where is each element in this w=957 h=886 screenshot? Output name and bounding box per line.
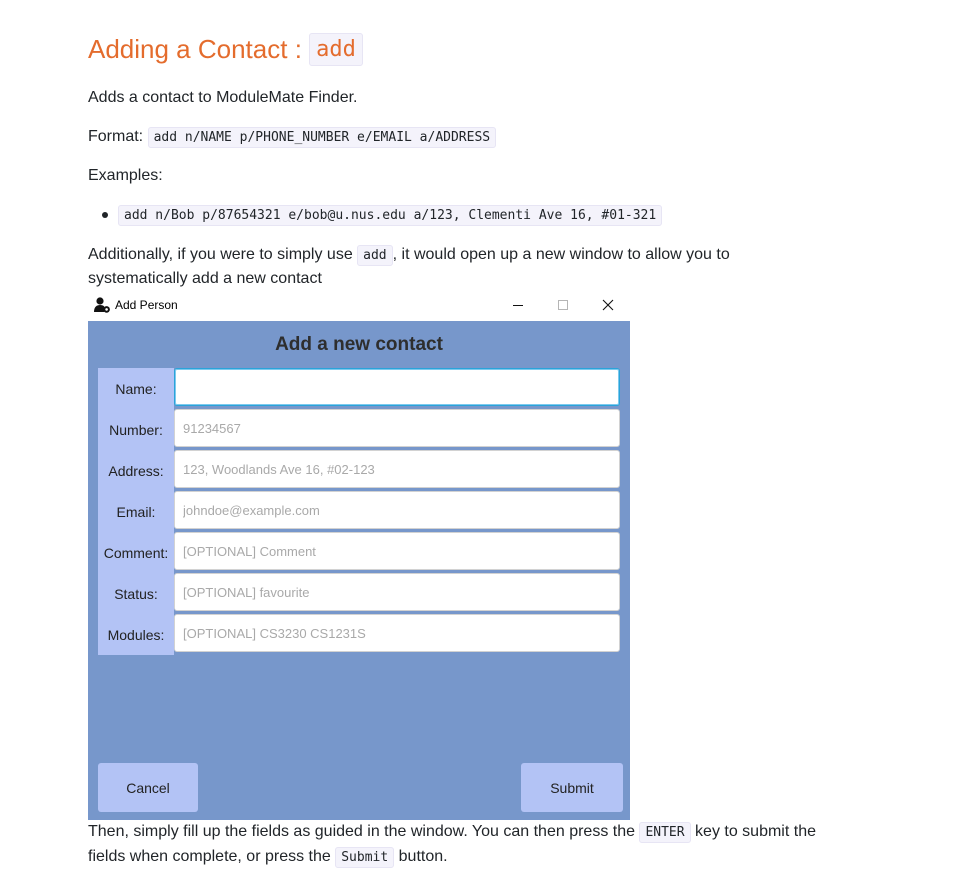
address-label: Address: bbox=[108, 463, 164, 479]
format-code: add n/NAME p/PHONE_NUMBER e/EMAIL a/ADDR… bbox=[147, 127, 497, 148]
then-text: Then, simply fill up the fields as guide… bbox=[88, 823, 640, 840]
user-gear-icon bbox=[94, 297, 110, 313]
additional-text: Additionally, if you were to simply use bbox=[88, 246, 358, 263]
window-content: Add a new contact Name: Number: Address:… bbox=[88, 321, 630, 820]
additional-line-1: Additionally, if you were to simply use … bbox=[88, 243, 730, 268]
name-label: Name: bbox=[115, 381, 157, 397]
intro-text: Adds a contact to ModuleMate Finder. bbox=[88, 89, 358, 106]
example-code: add n/Bob p/87654321 e/bob@u.nus.edu a/1… bbox=[118, 205, 663, 226]
format-line: Format: add n/NAME p/PHONE_NUMBER e/EMAI… bbox=[88, 125, 497, 150]
add-code: add bbox=[357, 245, 393, 266]
status-label: Status: bbox=[114, 586, 158, 602]
email-input[interactable] bbox=[174, 491, 620, 529]
section-heading: Adding a Contact : add bbox=[88, 33, 363, 66]
minimize-icon[interactable] bbox=[506, 295, 530, 315]
add-person-window: Add Person Add a new contact Name: Numbe… bbox=[88, 290, 630, 820]
additional-line-2: systematically add a new contact bbox=[88, 270, 322, 287]
submit-code: Submit bbox=[335, 847, 395, 868]
name-input[interactable] bbox=[174, 368, 620, 406]
then-line-1: Then, simply fill up the fields as guide… bbox=[88, 820, 816, 845]
comment-input[interactable] bbox=[174, 532, 620, 570]
list-bullet bbox=[102, 212, 108, 218]
example-item: add n/Bob p/87654321 e/bob@u.nus.edu a/1… bbox=[118, 203, 663, 228]
window-titlebar[interactable]: Add Person bbox=[88, 290, 630, 321]
cancel-button[interactable]: Cancel bbox=[98, 763, 198, 812]
then-line-2: fields when complete, or press the Submi… bbox=[88, 845, 448, 870]
window-title: Add Person bbox=[115, 298, 178, 312]
heading-command-code: add bbox=[309, 33, 363, 66]
modules-input[interactable] bbox=[174, 614, 620, 652]
enter-code: ENTER bbox=[639, 822, 691, 843]
status-input[interactable] bbox=[174, 573, 620, 611]
heading-text: Adding a Contact : bbox=[88, 34, 310, 64]
field-label-panel: Name: Number: Address: Email: Comment: S… bbox=[98, 368, 174, 655]
submit-button[interactable]: Submit bbox=[521, 763, 623, 812]
format-label: Format: bbox=[88, 128, 148, 145]
modules-label: Modules: bbox=[107, 627, 165, 643]
number-input[interactable] bbox=[174, 409, 620, 447]
number-label: Number: bbox=[109, 422, 163, 438]
form-heading: Add a new contact bbox=[275, 334, 443, 355]
maximize-icon[interactable] bbox=[551, 295, 575, 315]
email-label: Email: bbox=[116, 504, 156, 520]
address-input[interactable] bbox=[174, 450, 620, 488]
then-text-post: key to submit the bbox=[690, 823, 816, 840]
comment-label: Comment: bbox=[103, 545, 169, 561]
examples-label: Examples: bbox=[88, 167, 163, 184]
then-line2-post: button. bbox=[394, 848, 448, 865]
then-line2-text: fields when complete, or press the bbox=[88, 848, 336, 865]
additional-text-post: , it would open up a new window to allow… bbox=[392, 246, 730, 263]
close-icon[interactable] bbox=[596, 295, 620, 315]
